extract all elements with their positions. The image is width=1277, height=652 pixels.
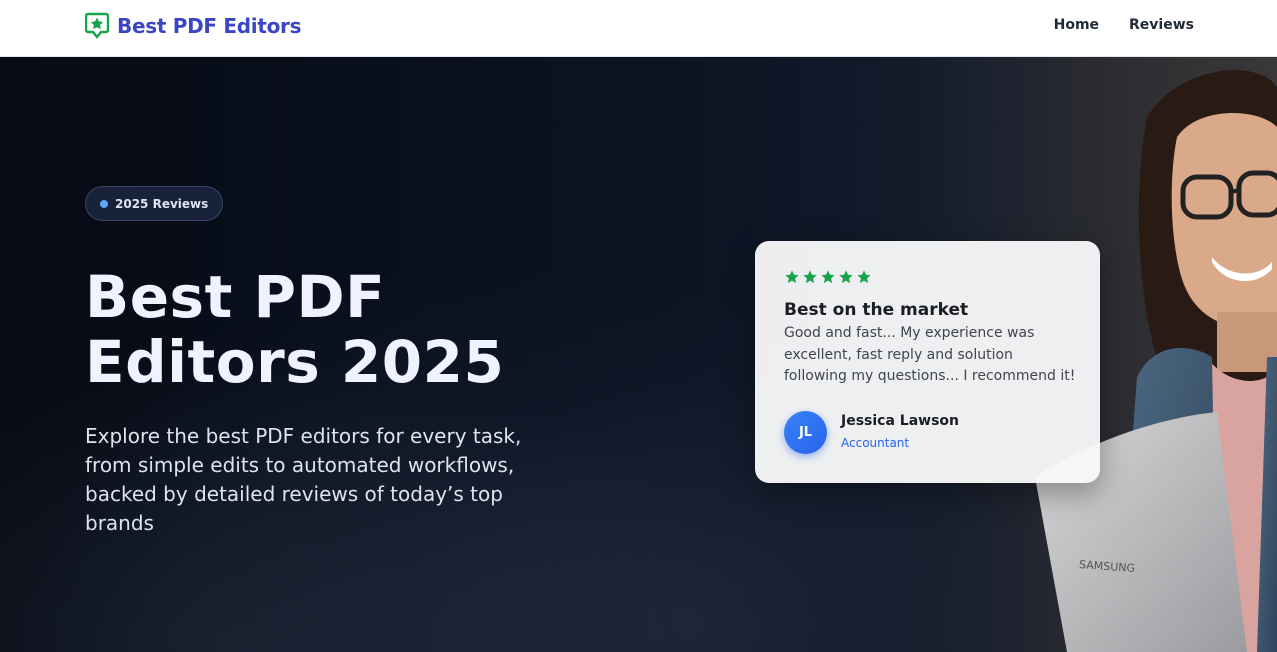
star-badge-icon [85,12,109,39]
site-header: Best PDF Editors Home Reviews [0,0,1277,57]
reviews-year-badge: 2025 Reviews [85,186,224,221]
review-text: Good and fast... My experience was excel… [784,325,1076,384]
hero-title: Best PDF Editors 2025 [85,265,605,395]
badge-dot-icon [100,199,108,208]
reviewer-role: Accountant [841,436,910,450]
star-icon [821,270,835,284]
review-card: Best on the market Good and fast... My e… [755,241,1100,483]
star-icon [803,270,817,284]
nav-reviews-link[interactable]: Reviews [1129,17,1194,33]
review-title: Best on the market [784,300,969,320]
hero-title-line2: Editors 2025 [85,328,505,396]
avatar: JL [784,411,827,454]
hero-title-line1: Best PDF [85,263,386,331]
star-rating [784,269,872,285]
hero-section: SAMSUNG 2025 Reviews Best PDF Editors 20… [0,57,1277,652]
nav-home-link[interactable]: Home [1054,17,1099,33]
logo-text: Best PDF Editors [117,14,302,38]
hero-subtitle: Explore the best PDF editors for every t… [85,424,522,535]
star-icon [857,270,871,284]
badge-label: 2025 Reviews [115,196,209,211]
star-icon [785,270,799,284]
main-nav: Home Reviews [1054,17,1194,33]
logo[interactable]: Best PDF Editors [85,12,302,40]
reviewer-name: Jessica Lawson [841,413,960,429]
star-icon [839,270,853,284]
